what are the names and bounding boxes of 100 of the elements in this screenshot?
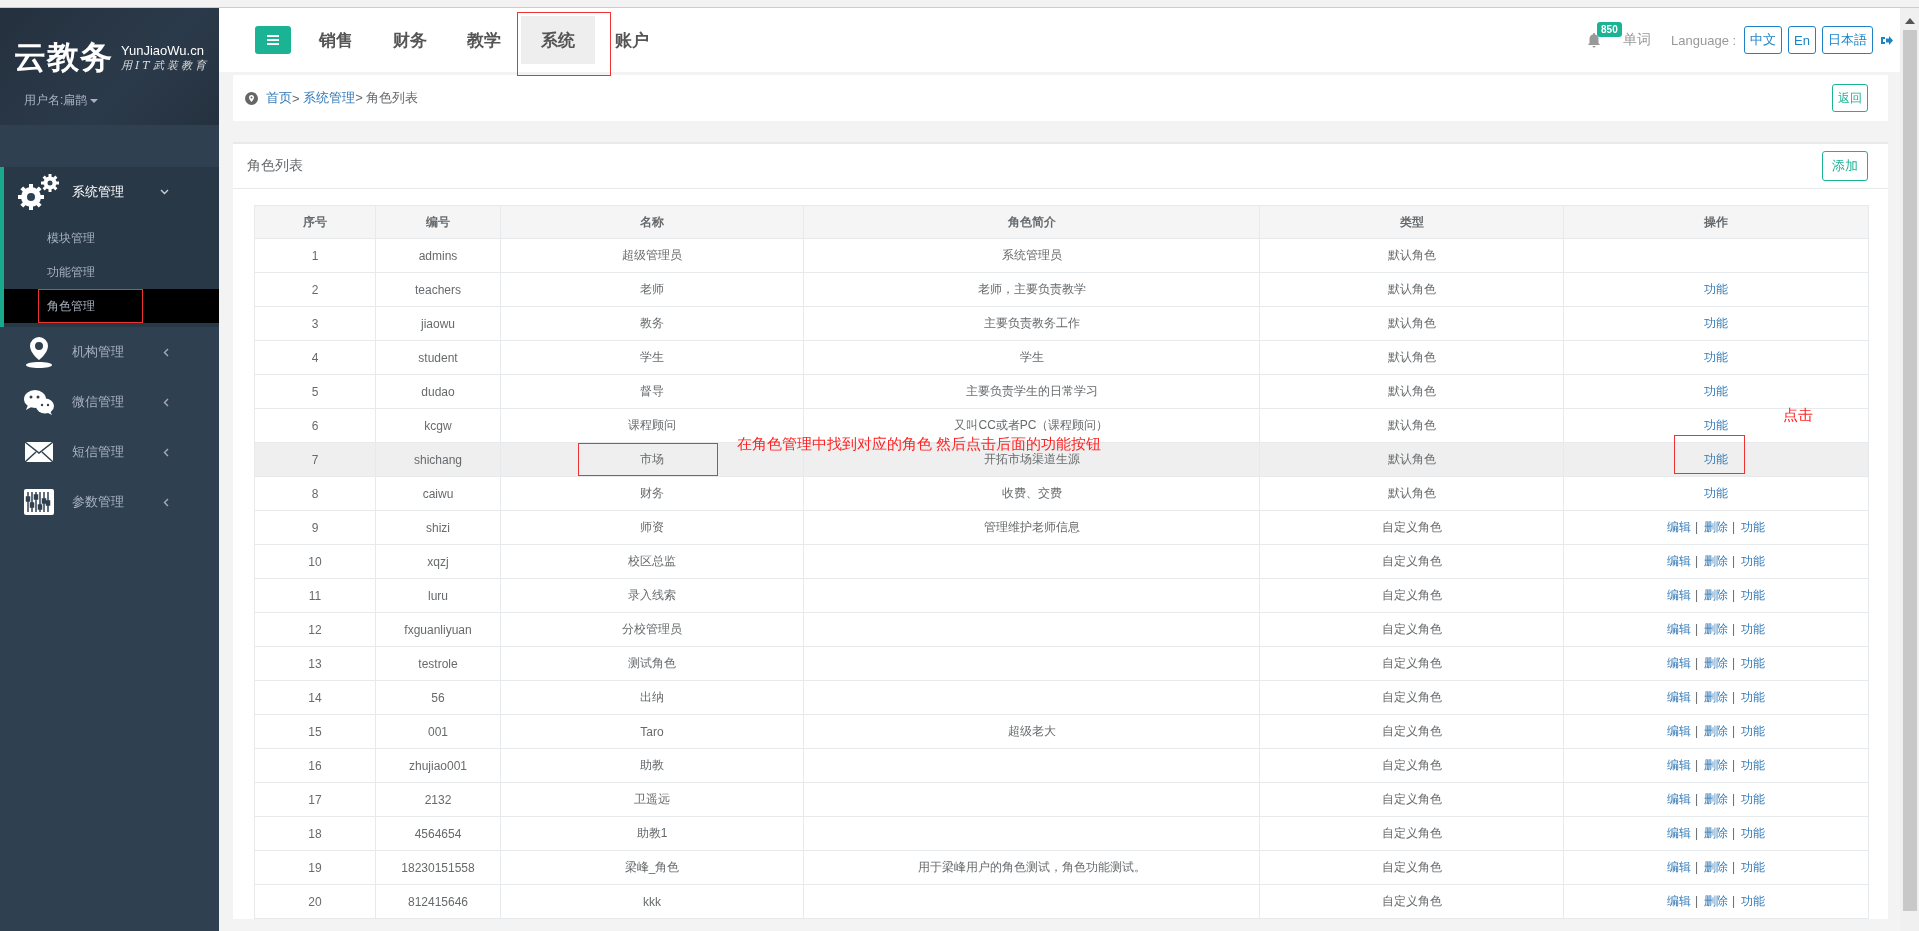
table-cell: 用于梁峰用户的角色测试，角色功能测试。 bbox=[803, 850, 1260, 885]
action-link[interactable]: 删除 bbox=[1704, 792, 1728, 806]
table-cell: 默认角色 bbox=[1259, 340, 1564, 375]
table-cell: 学生 bbox=[803, 340, 1260, 375]
language-button[interactable]: En bbox=[1788, 26, 1816, 54]
action-link[interactable]: 删除 bbox=[1704, 520, 1728, 534]
table-cell: shizi bbox=[375, 510, 501, 545]
table-cell: 自定义角色 bbox=[1259, 544, 1564, 579]
menu-item[interactable]: 角色管理 bbox=[4, 289, 219, 323]
action-link[interactable]: 删除 bbox=[1704, 622, 1728, 636]
logo-title: 云教务 bbox=[14, 38, 113, 77]
breadcrumb-link[interactable]: 系统管理 bbox=[303, 89, 356, 107]
action-link[interactable]: 删除 bbox=[1704, 554, 1728, 568]
back-button[interactable]: 返回 bbox=[1832, 84, 1868, 112]
action-link[interactable]: 功能 bbox=[1741, 860, 1766, 874]
separator-text: | bbox=[1732, 690, 1736, 704]
column-header: 角色简介 bbox=[803, 205, 1260, 239]
table-cell: 收费、交费 bbox=[803, 476, 1260, 511]
table-cell: dudao bbox=[375, 374, 501, 409]
menu-item[interactable]: 模块管理 bbox=[4, 221, 219, 255]
table-cell: 默认角色 bbox=[1259, 476, 1564, 511]
action-link[interactable]: 功能 bbox=[1704, 452, 1728, 466]
menu-group[interactable]: 微信管理 bbox=[4, 377, 219, 427]
action-link[interactable]: 功能 bbox=[1741, 724, 1766, 738]
caret-icon bbox=[90, 98, 99, 103]
action-link[interactable]: 功能 bbox=[1741, 656, 1766, 670]
action-link[interactable]: 编辑 bbox=[1666, 826, 1691, 840]
table-cell: 自定义角色 bbox=[1259, 884, 1564, 919]
action-link[interactable]: 删除 bbox=[1704, 860, 1728, 874]
action-link[interactable]: 删除 bbox=[1704, 588, 1728, 602]
menu-group[interactable]: 参数管理 bbox=[4, 477, 219, 527]
action-link[interactable]: 功能 bbox=[1704, 418, 1728, 432]
table-cell: 主要负责学生的日常学习 bbox=[803, 374, 1260, 409]
action-link[interactable]: 编辑 bbox=[1666, 860, 1691, 874]
breadcrumb-link[interactable]: 首页 bbox=[266, 89, 292, 107]
bell-icon bbox=[1587, 32, 1601, 48]
action-link[interactable]: 编辑 bbox=[1666, 758, 1691, 772]
table-cell: 督导 bbox=[500, 374, 804, 409]
action-link[interactable]: 功能 bbox=[1741, 826, 1766, 840]
menu-group[interactable]: 系统管理 bbox=[4, 167, 219, 217]
action-link[interactable]: 编辑 bbox=[1666, 656, 1691, 670]
table-cell: 师资 bbox=[500, 510, 804, 545]
separator-text: | bbox=[1694, 656, 1698, 670]
table-cell: 自定义角色 bbox=[1259, 646, 1564, 681]
action-link[interactable]: 功能 bbox=[1704, 316, 1728, 330]
logout-icon bbox=[1881, 34, 1893, 46]
action-link[interactable]: 编辑 bbox=[1666, 894, 1691, 908]
action-link[interactable]: 功能 bbox=[1741, 588, 1766, 602]
table-cell: 自定义角色 bbox=[1259, 714, 1564, 749]
menu-item[interactable]: 功能管理 bbox=[4, 255, 219, 289]
menu-group[interactable]: 短信管理 bbox=[4, 427, 219, 477]
action-link[interactable]: 编辑 bbox=[1666, 588, 1691, 602]
nav-tab[interactable]: 账户 bbox=[595, 16, 669, 64]
action-link[interactable]: 编辑 bbox=[1666, 554, 1691, 568]
menu-group[interactable]: 机构管理 bbox=[4, 327, 219, 377]
scrollbar[interactable] bbox=[1900, 8, 1919, 931]
action-link[interactable]: 编辑 bbox=[1666, 622, 1691, 636]
language-button[interactable]: 日本語 bbox=[1822, 26, 1873, 54]
nav-tab[interactable]: 财务 bbox=[373, 16, 447, 64]
action-link[interactable]: 功能 bbox=[1741, 690, 1766, 704]
chevron-left-icon bbox=[163, 397, 169, 407]
action-link[interactable]: 编辑 bbox=[1666, 690, 1691, 704]
action-link[interactable]: 编辑 bbox=[1666, 792, 1691, 806]
table-cell: 系统管理员 bbox=[803, 238, 1260, 273]
action-link[interactable]: 删除 bbox=[1704, 656, 1728, 670]
action-link[interactable]: 功能 bbox=[1704, 384, 1728, 398]
action-link[interactable]: 删除 bbox=[1704, 758, 1728, 772]
action-link[interactable]: 编辑 bbox=[1666, 520, 1691, 534]
nav-tab[interactable]: 销售 bbox=[299, 16, 373, 64]
action-link[interactable]: 功能 bbox=[1704, 282, 1728, 296]
separator-text: | bbox=[1732, 792, 1736, 806]
action-link[interactable]: 功能 bbox=[1741, 758, 1766, 772]
action-link[interactable]: 功能 bbox=[1704, 486, 1728, 500]
action-link[interactable]: 功能 bbox=[1741, 894, 1766, 908]
action-link[interactable]: 删除 bbox=[1704, 894, 1728, 908]
action-link[interactable]: 删除 bbox=[1704, 690, 1728, 704]
add-button[interactable]: 添加 bbox=[1822, 151, 1868, 181]
nav-tab[interactable]: 教学 bbox=[447, 16, 521, 64]
action-link[interactable]: 编辑 bbox=[1666, 724, 1691, 738]
user-menu[interactable]: 用户名:扁鹊 bbox=[24, 92, 99, 109]
action-link[interactable]: 删除 bbox=[1704, 724, 1728, 738]
table-cell: 默认角色 bbox=[1259, 408, 1564, 443]
action-link[interactable]: 功能 bbox=[1741, 622, 1766, 636]
language-button[interactable]: 中文 bbox=[1744, 26, 1783, 54]
menu-button[interactable] bbox=[255, 26, 291, 54]
table-cell: 2 bbox=[254, 272, 376, 307]
nav-tab[interactable]: 系统 bbox=[521, 16, 595, 64]
separator-text: | bbox=[1732, 894, 1736, 908]
chevron-down-icon bbox=[160, 189, 169, 195]
action-link[interactable]: 删除 bbox=[1704, 826, 1728, 840]
column-header: 序号 bbox=[254, 205, 376, 239]
column-header: 类型 bbox=[1259, 205, 1564, 239]
action-link[interactable]: 功能 bbox=[1741, 520, 1766, 534]
column-header: 名称 bbox=[500, 205, 804, 239]
notification-badge: 850 bbox=[1597, 21, 1622, 37]
action-link[interactable]: 功能 bbox=[1704, 350, 1728, 364]
table-cell: jiaowu bbox=[375, 306, 501, 341]
action-link[interactable]: 功能 bbox=[1741, 554, 1766, 568]
action-link[interactable]: 功能 bbox=[1741, 792, 1766, 806]
words-link[interactable]: 单词 bbox=[1623, 31, 1651, 49]
